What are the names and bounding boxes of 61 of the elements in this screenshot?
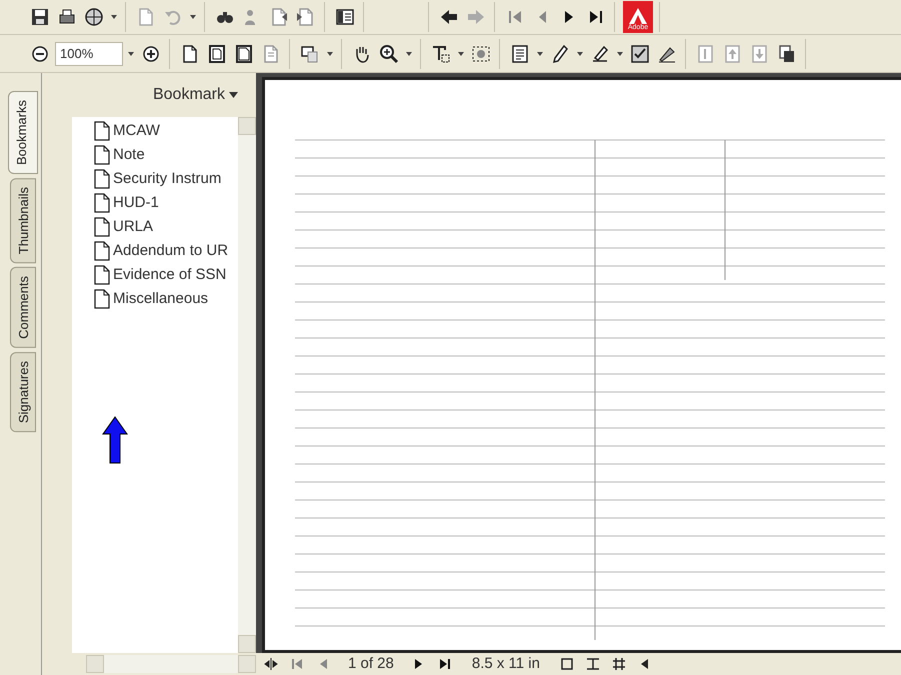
- bookmark-menu-button[interactable]: Bookmark: [152, 83, 238, 107]
- page-icon: [94, 288, 110, 309]
- save-icon[interactable]: [30, 7, 50, 27]
- bookmark-item[interactable]: Miscellaneous: [94, 287, 238, 311]
- panel-icon[interactable]: [335, 7, 355, 27]
- page-size-label: 8.5 x 11 in: [470, 654, 541, 674]
- text-select-icon[interactable]: [431, 44, 451, 64]
- page-icon: [94, 216, 110, 237]
- pages-icon[interactable]: [777, 44, 797, 64]
- note-icon[interactable]: [510, 44, 530, 64]
- zoom-in-icon[interactable]: [141, 44, 161, 64]
- page-icon: [94, 144, 110, 165]
- bookmark-item[interactable]: HUD-1: [94, 191, 238, 215]
- page-icon: [94, 264, 110, 285]
- side-tab[interactable]: Comments: [10, 267, 36, 348]
- bookmark-item[interactable]: MCAW: [94, 119, 238, 143]
- stamp-icon[interactable]: [630, 44, 650, 64]
- side-tab[interactable]: Signatures: [10, 352, 36, 432]
- first-page-icon[interactable]: [290, 657, 304, 671]
- bookmark-item[interactable]: URLA: [94, 215, 238, 239]
- split-icon[interactable]: [264, 657, 278, 671]
- caret-icon[interactable]: [617, 52, 623, 56]
- caret-icon: [229, 92, 238, 98]
- page-icon: [94, 120, 110, 141]
- caret-icon[interactable]: [111, 15, 117, 19]
- up-arrow-icon: [102, 416, 128, 464]
- bookmark-item[interactable]: Security Instrum: [94, 167, 238, 191]
- page-icon: [94, 192, 110, 213]
- bookmark-item[interactable]: Evidence of SSN: [94, 263, 238, 287]
- side-tab[interactable]: Bookmarks: [8, 91, 38, 174]
- caret-icon[interactable]: [406, 52, 412, 56]
- pencil-icon[interactable]: [550, 44, 570, 64]
- bookmark-item[interactable]: Note: [94, 143, 238, 167]
- zoom-out-icon[interactable]: [30, 44, 50, 64]
- rotate-page-icon[interactable]: [300, 44, 320, 64]
- zoom-field[interactable]: 100%: [55, 42, 123, 66]
- page-number-field[interactable]: 1 of 28: [340, 652, 402, 675]
- page-icon: [94, 240, 110, 261]
- side-tab[interactable]: Thumbnails: [10, 178, 36, 264]
- snapshot-icon[interactable]: [471, 44, 491, 64]
- caret-icon[interactable]: [537, 52, 543, 56]
- continuous-icon[interactable]: [586, 657, 600, 671]
- page-right-arrow-icon[interactable]: [296, 7, 316, 27]
- facing-pages-icon[interactable]: [612, 657, 626, 671]
- caret-icon[interactable]: [128, 52, 134, 56]
- fit-page-icon[interactable]: [207, 44, 227, 64]
- back-arrow-icon[interactable]: [439, 7, 459, 27]
- vertical-scrollbar[interactable]: [238, 117, 256, 653]
- single-page-icon[interactable]: [560, 657, 574, 671]
- caret-icon[interactable]: [458, 52, 464, 56]
- fit-width-icon[interactable]: [234, 44, 254, 64]
- caret-icon[interactable]: [327, 52, 333, 56]
- highlighter-icon[interactable]: [590, 44, 610, 64]
- page-icon: [94, 168, 110, 189]
- caret-icon[interactable]: [190, 15, 196, 19]
- globe-icon[interactable]: [84, 7, 104, 27]
- last-page-icon[interactable]: [438, 657, 452, 671]
- zoom-tool-icon[interactable]: [379, 44, 399, 64]
- horizontal-scrollbar[interactable]: [86, 655, 256, 673]
- bookmark-item[interactable]: Addendum to UR: [94, 239, 238, 263]
- caret-icon[interactable]: [577, 52, 583, 56]
